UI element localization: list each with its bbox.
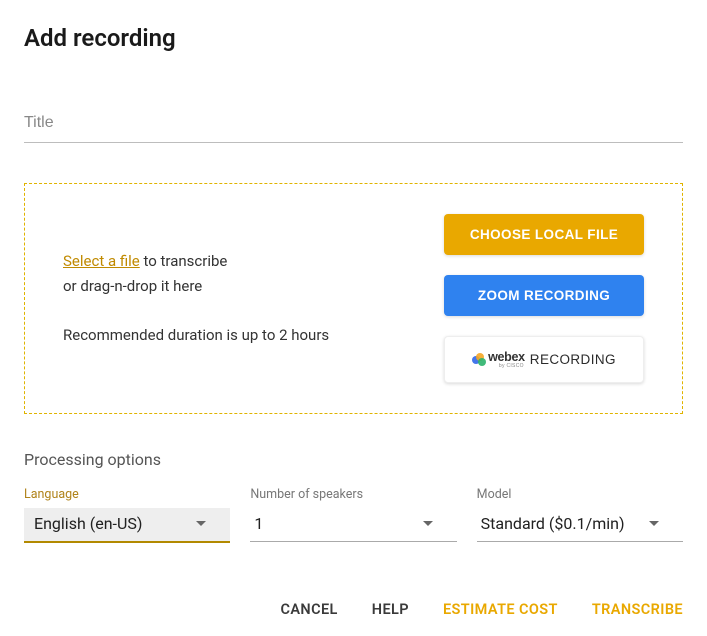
file-dropzone[interactable]: Select a file to transcribe or drag-n-dr… xyxy=(24,183,683,414)
estimate-cost-button[interactable]: ESTIMATE COST xyxy=(443,601,558,618)
language-value: English (en-US) xyxy=(34,514,142,533)
transcribe-suffix: to transcribe xyxy=(140,252,228,270)
select-file-link[interactable]: Select a file xyxy=(63,252,140,270)
model-label: Model xyxy=(477,487,683,502)
webex-brand-sub: by CISCO xyxy=(488,364,525,369)
dropzone-instructions: Select a file to transcribe or drag-n-dr… xyxy=(63,249,329,347)
transcribe-button[interactable]: TRANSCRIBE xyxy=(592,601,683,618)
drag-hint: or drag-n-drop it here xyxy=(63,274,329,299)
language-select[interactable]: English (en-US) xyxy=(24,508,230,543)
duration-recommendation: Recommended duration is up to 2 hours xyxy=(63,323,329,348)
model-option: Model Standard ($0.1/min) xyxy=(477,487,683,543)
speakers-option: Number of speakers 1 xyxy=(250,487,456,543)
processing-options-heading: Processing options xyxy=(24,450,683,469)
webex-recording-button[interactable]: webex by CISCO RECORDING xyxy=(444,336,644,383)
title-input[interactable] xyxy=(24,108,683,143)
footer-actions: CANCEL HELP ESTIMATE COST TRANSCRIBE xyxy=(24,601,683,618)
language-label: Language xyxy=(24,487,230,502)
chevron-down-icon xyxy=(196,521,206,526)
language-option: Language English (en-US) xyxy=(24,487,230,543)
page-title: Add recording xyxy=(24,24,683,52)
speakers-select[interactable]: 1 xyxy=(250,508,456,542)
model-value: Standard ($0.1/min) xyxy=(481,514,625,533)
help-button[interactable]: HELP xyxy=(372,601,409,618)
webex-icon: webex by CISCO xyxy=(472,350,525,369)
processing-options-row: Language English (en-US) Number of speak… xyxy=(24,487,683,543)
zoom-recording-button[interactable]: ZOOM RECORDING xyxy=(444,275,644,316)
model-select[interactable]: Standard ($0.1/min) xyxy=(477,508,683,542)
chevron-down-icon xyxy=(649,521,659,526)
webex-brand-text: webex xyxy=(488,350,525,364)
chevron-down-icon xyxy=(423,521,433,526)
title-field xyxy=(24,108,683,143)
choose-local-file-button[interactable]: CHOOSE LOCAL FILE xyxy=(444,214,644,255)
speakers-value: 1 xyxy=(254,514,263,533)
speakers-label: Number of speakers xyxy=(250,487,456,502)
source-buttons: CHOOSE LOCAL FILE ZOOM RECORDING webex b… xyxy=(444,214,644,383)
webex-button-label: RECORDING xyxy=(530,352,616,367)
cancel-button[interactable]: CANCEL xyxy=(280,601,337,618)
